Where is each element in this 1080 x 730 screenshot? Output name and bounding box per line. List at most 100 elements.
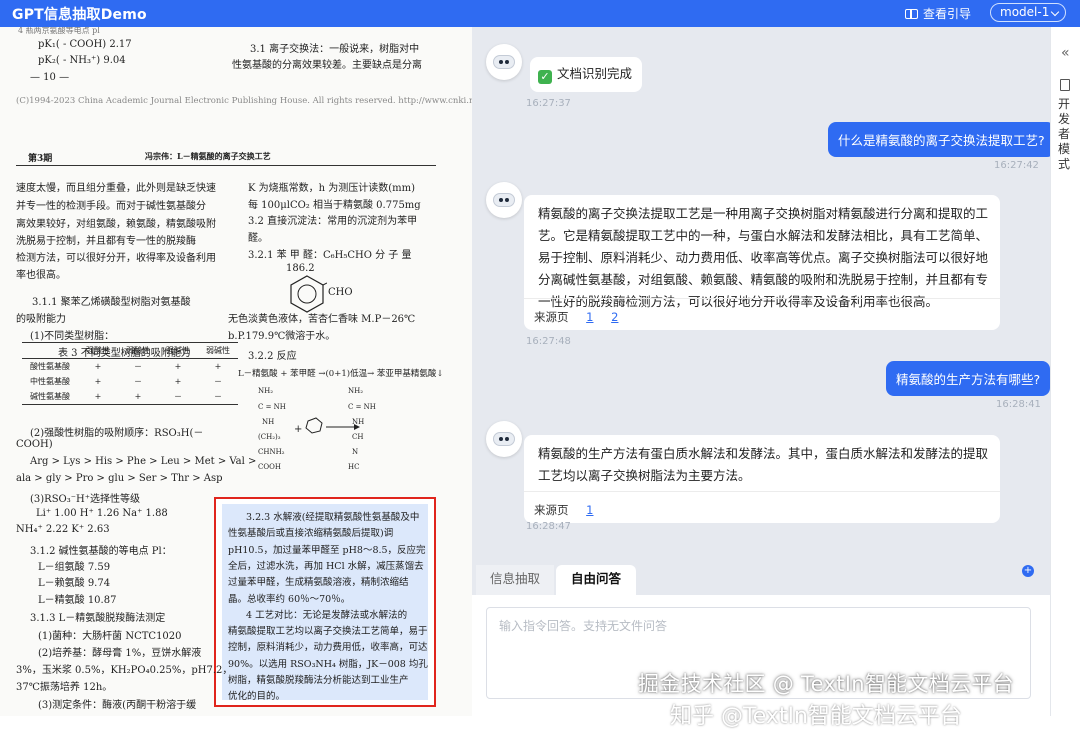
right-sidebar: « 开发者模式 bbox=[1050, 27, 1080, 716]
source-label: 来源页 bbox=[534, 310, 569, 324]
highlight-line: 优化的目的。 bbox=[228, 691, 286, 703]
doc-line: Li⁺ 1.00 H⁺ 1.26 Na⁺ 1.88 bbox=[36, 508, 168, 519]
highlight-line: 90%。以选用 RSO₃NH₄ 树脂，JK－008 均孔 bbox=[228, 658, 428, 670]
table-cell: 酸性氨基酸 bbox=[30, 362, 70, 371]
doc-line: L－精氨酸 + 苯甲醛 →(0+1)低温→ 苯亚甲基精氨酸↓ bbox=[238, 369, 444, 379]
structure-label: NH bbox=[262, 418, 275, 426]
doc-line: 离效果较好，对组氨酸，赖氨酸，精氨酸吸附 bbox=[16, 219, 216, 230]
doc-line: 3.1.1 聚苯乙烯磺酸型树脂对氨基酸 bbox=[32, 297, 191, 308]
bot-avatar bbox=[486, 44, 522, 80]
table-cell: － bbox=[214, 377, 222, 386]
doc-line: (1)不同类型树脂： bbox=[30, 331, 115, 342]
source-page-link[interactable]: 1 bbox=[586, 499, 593, 521]
structure-label: CH bbox=[352, 433, 364, 441]
table-row: 碱性氨基酸 + + － － bbox=[22, 389, 238, 405]
highlight-line: 晶。总收率约 60％～70％。 bbox=[228, 593, 351, 605]
source-pages: 来源页 1 bbox=[524, 491, 1000, 523]
user-message: 什么是精氨酸的离子交换法提取工艺? bbox=[828, 122, 1055, 157]
doc-line: 3.1.2 碱性氨基酸的等电点 Pl： bbox=[30, 546, 172, 557]
table-cell: + bbox=[214, 362, 222, 371]
doc-running-header: 冯宗伟：L－精氨酸的离子交换工艺 bbox=[145, 151, 271, 161]
doc-line: CHO bbox=[328, 287, 353, 298]
table-cell: － bbox=[134, 377, 142, 386]
table-cell: + bbox=[134, 392, 142, 401]
developer-mode-toggle[interactable]: 开发者模式 bbox=[1058, 97, 1072, 172]
bottom-tabs: 信息抽取 自由问答 bbox=[472, 565, 1050, 595]
header-rule bbox=[16, 165, 436, 166]
message-timestamp: 16:28:47 bbox=[526, 521, 571, 532]
doc-line: (1)菌种：大肠杆菌 NCTC1020 bbox=[38, 631, 182, 642]
top-bar: GPT信息抽取Demo 查看引导 model-1 bbox=[0, 0, 1080, 27]
document-icon bbox=[1060, 79, 1070, 91]
highlighted-region[interactable]: 3.2.3 水解液(经提取精氨酸性氨基酸及中 性氨基酸后或直接浓缩精氨酸后提取)调… bbox=[214, 497, 436, 707]
doc-line: pK₁( - COOH) 2.17 bbox=[38, 39, 132, 50]
structure-label: COOH bbox=[258, 463, 281, 471]
doc-line: (3)RSO₃⁻H⁺选择性等级 bbox=[30, 494, 141, 505]
structure-label: C = NH bbox=[258, 403, 286, 411]
table-cell: + bbox=[94, 362, 102, 371]
doc-line: COOH) bbox=[16, 439, 53, 450]
source-pages: 来源页 1 2 bbox=[524, 298, 1000, 330]
table-cell: 碱性氨基酸 bbox=[30, 392, 70, 401]
check-icon: ✓ bbox=[538, 70, 552, 84]
model-select[interactable]: model-1 bbox=[990, 3, 1066, 22]
highlight-line: 性氨基酸后或直接浓缩精氨酸后提取)调 bbox=[228, 528, 394, 540]
add-icon[interactable]: + bbox=[1022, 565, 1034, 577]
doc-copyright: (C)1994-2023 China Academic Journal Elec… bbox=[16, 96, 472, 106]
doc-line: pK₂( - NH₃⁺) 9.04 bbox=[38, 55, 126, 66]
doc-line: 每 100μlCO₂ 相当于精氨酸 0.775mg bbox=[248, 200, 421, 211]
doc-line: 醛。 bbox=[248, 233, 268, 244]
source-label: 来源页 bbox=[534, 503, 569, 517]
document-preview[interactable]: 4 瓶两京氨酸等电点 pl pK₁( - COOH) 2.17 pK₂( - N… bbox=[0, 27, 472, 716]
doc-line: 性氨基酸的分离效果较差。主要缺点是分离 bbox=[232, 60, 422, 71]
structure-label: NH bbox=[352, 418, 365, 426]
tab-info-extraction[interactable]: 信息抽取 bbox=[476, 565, 554, 595]
message-timestamp: 16:28:41 bbox=[996, 399, 1041, 410]
bot-message: ✓ 文档识别完成 bbox=[530, 57, 642, 92]
doc-line: 的吸附能力 bbox=[16, 314, 66, 325]
view-guide-label: 查看引导 bbox=[923, 7, 972, 21]
source-page-link[interactable]: 2 bbox=[611, 306, 618, 328]
structure-label: NH₂ bbox=[258, 387, 274, 395]
doc-line: 3.2 直接沉淀法：常用的沉淀剂为苯甲 bbox=[248, 216, 418, 227]
book-icon bbox=[905, 8, 918, 19]
doc-line: L－精氨酸 10.87 bbox=[38, 595, 117, 606]
user-message: 精氨酸的生产方法有哪些? bbox=[886, 361, 1051, 396]
table-cell: 中性氨基酸 bbox=[30, 377, 70, 386]
highlight-line: 全后，过滤水洗，再加 HCl 水解，减压蒸馏去 bbox=[228, 560, 424, 572]
benzene-ring-diagram bbox=[290, 275, 327, 313]
table-row: 中性氨基酸 + － + － bbox=[22, 374, 238, 389]
doc-page-number: — 10 — bbox=[30, 72, 70, 83]
doc-issue: 第3期 bbox=[28, 154, 53, 164]
bot-message-text: 精氨酸的生产方法有蛋白质水解法和发酵法。其中，蛋白质水解法和发酵法的提取工艺均以… bbox=[538, 446, 989, 483]
user-message-text: 什么是精氨酸的离子交换法提取工艺? bbox=[838, 133, 1045, 148]
view-guide-button[interactable]: 查看引导 bbox=[905, 5, 971, 22]
collapse-icon[interactable]: « bbox=[1061, 45, 1069, 61]
doc-line: 3%，玉米浆 0.5%，KH₂PO₄0.25%，pH7.2， bbox=[16, 665, 233, 676]
robot-icon bbox=[493, 432, 515, 446]
doc-line: (2)培养基：酵母膏 1%，豆饼水解液 bbox=[38, 648, 202, 659]
doc-line: 表 3 不同类型树脂的吸附能力 bbox=[58, 348, 191, 359]
highlight-line: 过量苯甲醛，生成精氨酸溶液，精制浓缩结 bbox=[228, 577, 409, 589]
tab-free-qa[interactable]: 自由问答 bbox=[556, 565, 636, 595]
message-timestamp: 16:27:42 bbox=[994, 160, 1039, 171]
model-select-value: model-1 bbox=[1000, 5, 1050, 19]
source-page-link[interactable]: 1 bbox=[586, 306, 593, 328]
user-message-text: 精氨酸的生产方法有哪些? bbox=[896, 372, 1041, 387]
doc-line: (3)测定条件：酶液(丙酮干粉溶于缓 bbox=[38, 700, 197, 711]
bot-message: 精氨酸的离子交换法提取工艺是一种用离子交换树脂对精氨酸进行分离和提取的工艺。它是… bbox=[524, 195, 1000, 330]
structure-label: NH₂ bbox=[348, 387, 364, 395]
structure-label: CHNH₂ bbox=[258, 448, 285, 456]
doc-line: 186.2 bbox=[286, 263, 315, 274]
chevron-down-icon bbox=[1050, 7, 1060, 17]
doc-line: b.P.179.9℃微溶于水。 bbox=[228, 331, 336, 342]
doc-line: 3.2.1 苯 甲 醛：C₆H₅CHO 分 子 量 bbox=[248, 250, 412, 261]
doc-line: 37℃振荡培养 12h。 bbox=[16, 682, 113, 693]
structure-label: HC bbox=[348, 463, 360, 471]
highlight-line: 控制，原料消耗少，动力费用低，收率高，可达 bbox=[228, 642, 428, 654]
highlight-line: 精氨酸提取工艺均以离子交换法工艺简单，易于 bbox=[228, 626, 428, 638]
structure-label: (CH₂)₃ bbox=[258, 433, 281, 441]
doc-line: 4 瓶两京氨酸等电点 pl bbox=[18, 27, 100, 35]
structure-label: C = NH bbox=[348, 403, 376, 411]
highlight-line: pH10.5，加过量苯甲醛至 pH8～8.5，反应完 bbox=[228, 544, 426, 556]
